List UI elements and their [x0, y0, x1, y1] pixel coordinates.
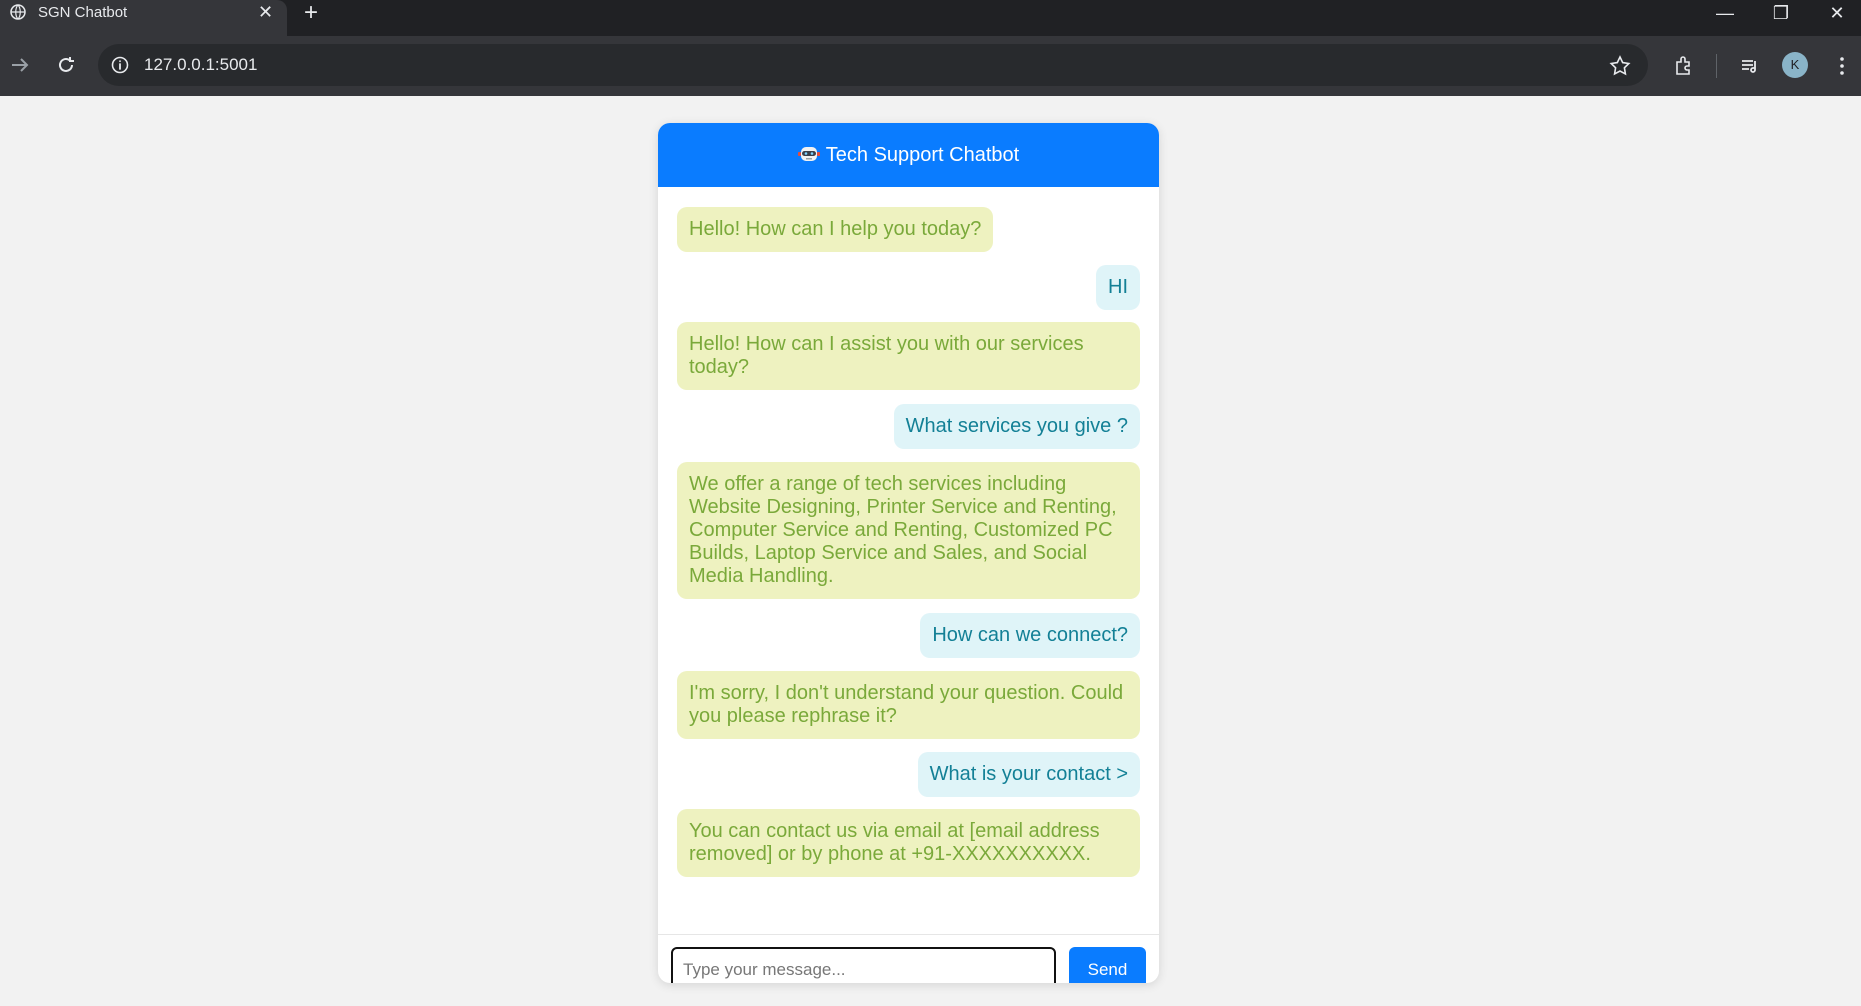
- bot-message: You can contact us via email at [email a…: [677, 809, 1140, 877]
- chat-window: Tech Support Chatbot Hello! How can I he…: [658, 123, 1159, 983]
- user-message: How can we connect?: [920, 613, 1140, 658]
- robot-icon: [797, 144, 820, 164]
- close-window-button[interactable]: ✕: [1808, 0, 1861, 28]
- user-message: HI: [1096, 265, 1140, 310]
- user-message: What is your contact >: [917, 752, 1140, 797]
- info-icon[interactable]: [110, 55, 130, 75]
- tab-title: SGN Chatbot: [38, 4, 128, 21]
- message-list: Hello! How can I help you today? HI Hell…: [658, 187, 1159, 934]
- media-icon[interactable]: [1738, 54, 1764, 80]
- extensions-icon[interactable]: [1672, 54, 1698, 80]
- chat-header: Tech Support Chatbot: [658, 123, 1159, 187]
- browser-tab[interactable]: SGN Chatbot ✕: [0, 0, 287, 36]
- globe-icon: [10, 4, 26, 20]
- send-button[interactable]: Send: [1069, 947, 1146, 983]
- chat-title: Tech Support Chatbot: [825, 144, 1020, 166]
- browser-tabbar: SGN Chatbot ✕ + — ❐ ✕: [0, 0, 1861, 36]
- bot-message: We offer a range of tech services includ…: [677, 462, 1140, 599]
- page-content: Tech Support Chatbot Hello! How can I he…: [0, 96, 1861, 1006]
- user-message: What services you give ?: [893, 404, 1140, 449]
- bot-message: I'm sorry, I don't understand your quest…: [677, 671, 1140, 739]
- star-icon[interactable]: [1608, 54, 1634, 80]
- tab-close-icon[interactable]: ✕: [258, 1, 273, 23]
- reload-icon[interactable]: [54, 54, 78, 78]
- toolbar-divider: [1716, 54, 1717, 78]
- menu-icon[interactable]: [1830, 54, 1856, 80]
- forward-icon[interactable]: [8, 54, 32, 78]
- profile-avatar[interactable]: K: [1782, 52, 1808, 78]
- new-tab-button[interactable]: +: [304, 0, 318, 26]
- message-input[interactable]: [671, 947, 1056, 983]
- bot-message: Hello! How can I assist you with our ser…: [677, 322, 1140, 390]
- minimize-button[interactable]: —: [1696, 0, 1754, 28]
- restore-button[interactable]: ❐: [1752, 0, 1810, 28]
- address-bar[interactable]: 127.0.0.1:5001: [98, 44, 1648, 86]
- browser-toolbar: 127.0.0.1:5001 K: [0, 36, 1861, 96]
- input-bar: Send: [658, 934, 1159, 983]
- url-text: 127.0.0.1:5001: [144, 55, 258, 74]
- bot-message: Hello! How can I help you today?: [677, 207, 994, 252]
